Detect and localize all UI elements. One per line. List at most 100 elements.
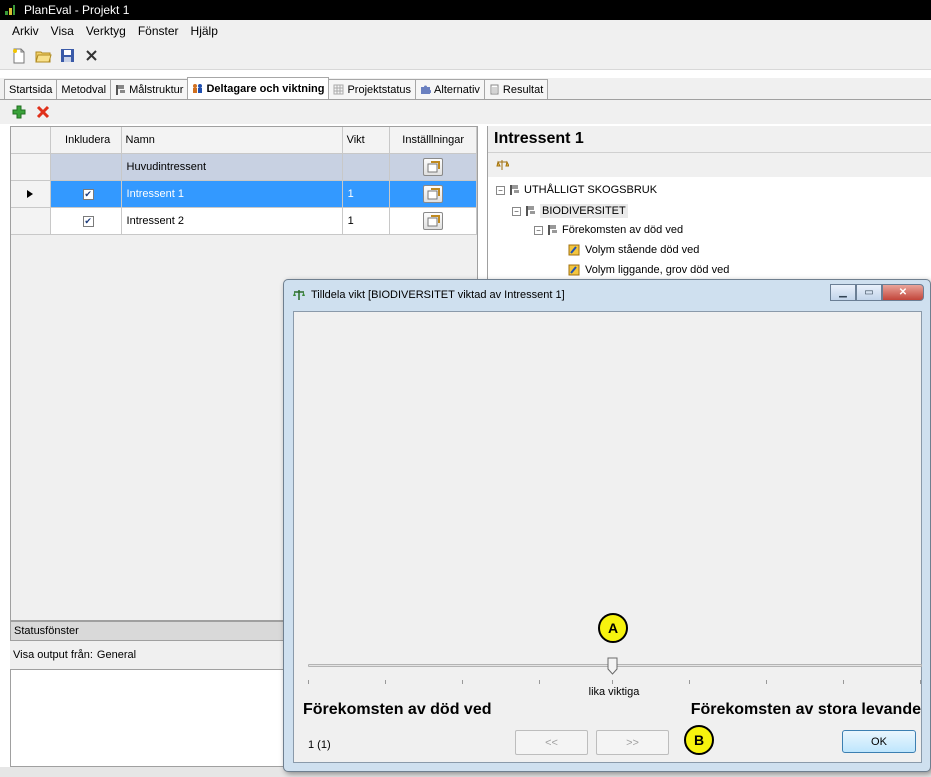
grid-icon xyxy=(333,84,344,95)
status-window-header: Statusfönster xyxy=(10,621,300,641)
minimize-button[interactable]: ▁ xyxy=(830,284,856,301)
weight-cell[interactable]: 1 xyxy=(342,208,391,235)
include-cell xyxy=(50,154,122,181)
indicator-icon xyxy=(568,264,580,276)
column-header-inkludera[interactable]: Inkludera xyxy=(50,127,122,154)
column-header-namn[interactable]: Namn xyxy=(121,127,343,154)
status-output-row: Visa output från: General xyxy=(10,641,300,669)
settings-button[interactable] xyxy=(423,185,444,203)
settings-icon xyxy=(427,188,440,200)
table-row[interactable]: Huvudintressent xyxy=(11,154,477,181)
indicator-icon xyxy=(568,244,580,256)
collapse-icon[interactable]: − xyxy=(534,225,543,235)
column-header-vikt[interactable]: Vikt xyxy=(342,127,391,154)
weighting-dialog: Tilldela vikt [BIODIVERSITET viktad av I… xyxy=(283,279,931,772)
tab-label: Målstruktur xyxy=(129,83,184,96)
settings-button[interactable] xyxy=(423,158,444,176)
participants-toolbar xyxy=(0,100,931,124)
tab-label: Resultat xyxy=(502,83,544,96)
ok-button[interactable]: OK xyxy=(842,730,916,753)
tab-malstruktur[interactable]: Målstruktur xyxy=(110,79,189,99)
table-row[interactable]: ✔ Intressent 1 1 xyxy=(11,181,477,208)
row-header-corner xyxy=(11,127,51,154)
menu-hjalp[interactable]: Hjälp xyxy=(191,24,218,38)
tab-deltagare-och-viktning[interactable]: Deltagare och viktning xyxy=(187,77,330,99)
tree-node-dod-ved[interactable]: − Förekomsten av död ved xyxy=(534,224,683,236)
menu-visa[interactable]: Visa xyxy=(51,24,74,38)
settings-icon xyxy=(427,161,440,173)
status-output-area[interactable] xyxy=(10,669,300,767)
equal-weight-label: lika viktiga xyxy=(588,686,640,698)
previous-button[interactable]: << xyxy=(515,730,588,755)
include-checkbox[interactable]: ✔ xyxy=(82,188,94,200)
left-criterion-label: Förekomsten av död ved xyxy=(303,701,492,718)
tree-node-biodiversitet[interactable]: − BIODIVERSITET xyxy=(512,204,628,218)
tree-node-label: UTHÅLLIGT SKOGSBRUK xyxy=(524,184,658,196)
weight-cell[interactable]: 1 xyxy=(342,181,391,208)
settings-cell xyxy=(390,208,477,235)
save-button[interactable] xyxy=(58,47,76,65)
add-participant-button[interactable] xyxy=(10,103,28,121)
settings-button[interactable] xyxy=(423,212,444,230)
name-cell[interactable]: Intressent 1 xyxy=(121,181,343,208)
scale-icon[interactable] xyxy=(496,159,509,171)
close-window-button[interactable]: ✕ xyxy=(882,284,924,301)
tab-projektstatus[interactable]: Projektstatus xyxy=(328,79,417,99)
slider-thumb[interactable] xyxy=(607,657,618,675)
save-icon xyxy=(60,49,74,62)
tree-node-staende[interactable]: Volym stående död ved xyxy=(568,244,699,256)
slider-tick xyxy=(689,680,690,684)
open-folder-button[interactable] xyxy=(34,47,52,65)
tab-strip: Startsida Metodval Målstruktur Deltagare… xyxy=(0,77,931,100)
participants-icon xyxy=(193,84,203,93)
plus-icon xyxy=(12,105,26,119)
tree-node-root[interactable]: − UTHÅLLIGT SKOGSBRUK xyxy=(496,184,657,196)
tree-node-label: BIODIVERSITET xyxy=(540,204,628,218)
weight-cell[interactable] xyxy=(342,154,391,181)
new-file-button[interactable] xyxy=(10,47,28,65)
maximize-icon: ▭ xyxy=(864,287,874,298)
panel-toolbar xyxy=(488,153,931,177)
name-cell[interactable]: Huvudintressent xyxy=(121,154,343,181)
tab-startsida[interactable]: Startsida xyxy=(4,79,58,99)
callout-b: B xyxy=(684,725,714,755)
tab-label: Projektstatus xyxy=(347,83,412,96)
slider-tick xyxy=(308,680,309,684)
maximize-button[interactable]: ▭ xyxy=(856,284,882,301)
hierarchy-icon xyxy=(116,85,126,95)
next-button[interactable]: >> xyxy=(596,730,669,755)
delete-icon xyxy=(36,105,50,119)
collapse-icon[interactable]: − xyxy=(496,185,505,195)
panel-title: Intressent 1 xyxy=(488,126,931,153)
menu-verktyg[interactable]: Verktyg xyxy=(86,24,126,38)
collapse-icon[interactable]: − xyxy=(512,206,521,216)
menu-arkiv[interactable]: Arkiv xyxy=(12,24,39,38)
slider-tick xyxy=(462,680,463,684)
settings-cell xyxy=(390,154,477,181)
hierarchy-icon xyxy=(548,225,557,235)
include-checkbox[interactable]: ✔ xyxy=(82,215,94,227)
menu-fonster[interactable]: Fönster xyxy=(138,24,179,38)
row-header xyxy=(11,154,51,181)
remove-participant-button[interactable] xyxy=(34,103,52,121)
callout-a: A xyxy=(598,613,628,643)
tree-node-label: Volym liggande, grov död ved xyxy=(585,264,730,276)
scale-icon xyxy=(293,290,305,300)
column-header-installningar[interactable]: Inställlningar xyxy=(390,127,477,154)
menu-bar: Arkiv Visa Verktyg Fönster Hjälp xyxy=(0,20,931,42)
minimize-icon: ▁ xyxy=(839,287,847,298)
tab-metodval[interactable]: Metodval xyxy=(56,79,112,99)
slider-tick xyxy=(843,680,844,684)
output-source-select[interactable]: General xyxy=(97,649,136,661)
name-cell[interactable]: Intressent 2 xyxy=(121,208,343,235)
current-row-icon xyxy=(27,190,34,198)
tab-resultat[interactable]: Resultat xyxy=(483,79,549,99)
tree-node-label: Förekomsten av död ved xyxy=(562,224,684,236)
tree-node-liggande[interactable]: Volym liggande, grov död ved xyxy=(568,264,729,276)
tab-label: Deltagare och viktning xyxy=(206,82,325,95)
tab-alternativ[interactable]: Alternativ xyxy=(415,79,485,99)
close-icon xyxy=(85,50,97,61)
table-row[interactable]: ✔ Intressent 2 1 xyxy=(11,208,477,235)
slider-tick xyxy=(539,680,540,684)
close-project-button[interactable] xyxy=(82,47,100,65)
